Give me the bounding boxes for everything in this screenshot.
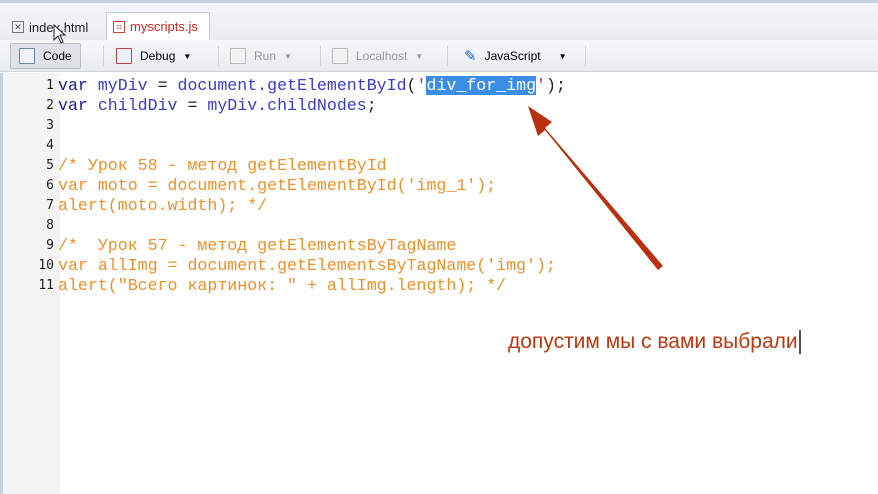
text-cursor bbox=[798, 330, 801, 355]
arrow-shape bbox=[528, 106, 663, 270]
annotation-text: допустим мы с вами выбрали bbox=[508, 330, 801, 355]
mouse-pointer-icon bbox=[53, 24, 67, 44]
annotation-label: допустим мы с вами выбрали bbox=[508, 330, 798, 353]
annotation-arrow bbox=[528, 106, 663, 270]
